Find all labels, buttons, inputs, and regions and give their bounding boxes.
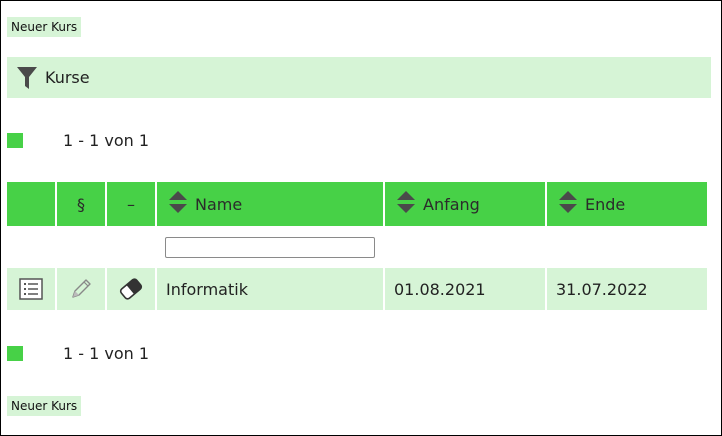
table-header-row: § – Name Anfang Ende — [7, 182, 707, 226]
new-course-button-top[interactable]: Neuer Kurs — [7, 17, 82, 37]
courses-table: § – Name Anfang Ende Informatik 01.08.20… — [5, 182, 709, 310]
filter-bar-title: Kurse — [45, 68, 90, 87]
column-header-start[interactable]: Anfang — [385, 182, 545, 226]
name-filter-input[interactable] — [165, 236, 375, 258]
column-header-end[interactable]: Ende — [547, 182, 707, 226]
pagination-top: 1 - 1 von 1 — [7, 130, 150, 150]
column-header-name[interactable]: Name — [157, 182, 383, 226]
pagination-range: 1 - 1 von 1 — [63, 130, 150, 150]
pagination-bottom: 1 - 1 von 1 — [7, 343, 150, 363]
course-start-cell: 01.08.2021 — [385, 268, 545, 310]
details-cell[interactable] — [7, 268, 55, 310]
column-header-dash: – — [107, 182, 155, 226]
pencil-icon[interactable] — [69, 279, 93, 298]
funnel-icon[interactable] — [17, 66, 37, 89]
list-detail-icon[interactable] — [19, 278, 43, 300]
column-header-paragraph: § — [57, 182, 105, 226]
sort-icon[interactable] — [169, 190, 187, 218]
pagination-range: 1 - 1 von 1 — [63, 343, 150, 363]
pagination-marker[interactable] — [7, 345, 23, 361]
sort-icon[interactable] — [397, 190, 415, 218]
column-header-end-label: Ende — [585, 194, 626, 214]
sort-icon[interactable] — [559, 190, 577, 218]
delete-cell[interactable] — [107, 268, 155, 310]
filter-row — [7, 226, 707, 268]
column-header-icon — [7, 182, 55, 226]
filter-bar[interactable]: Kurse — [7, 57, 711, 98]
column-header-start-label: Anfang — [423, 194, 480, 214]
eraser-icon[interactable] — [118, 278, 144, 300]
table-row[interactable]: Informatik 01.08.2021 31.07.2022 — [7, 268, 707, 310]
edit-cell[interactable] — [57, 268, 105, 310]
course-end-cell: 31.07.2022 — [547, 268, 707, 310]
column-header-name-label: Name — [195, 194, 243, 214]
pagination-marker[interactable] — [7, 132, 23, 148]
new-course-button-bottom[interactable]: Neuer Kurs — [7, 396, 82, 416]
course-name-cell: Informatik — [157, 268, 383, 310]
